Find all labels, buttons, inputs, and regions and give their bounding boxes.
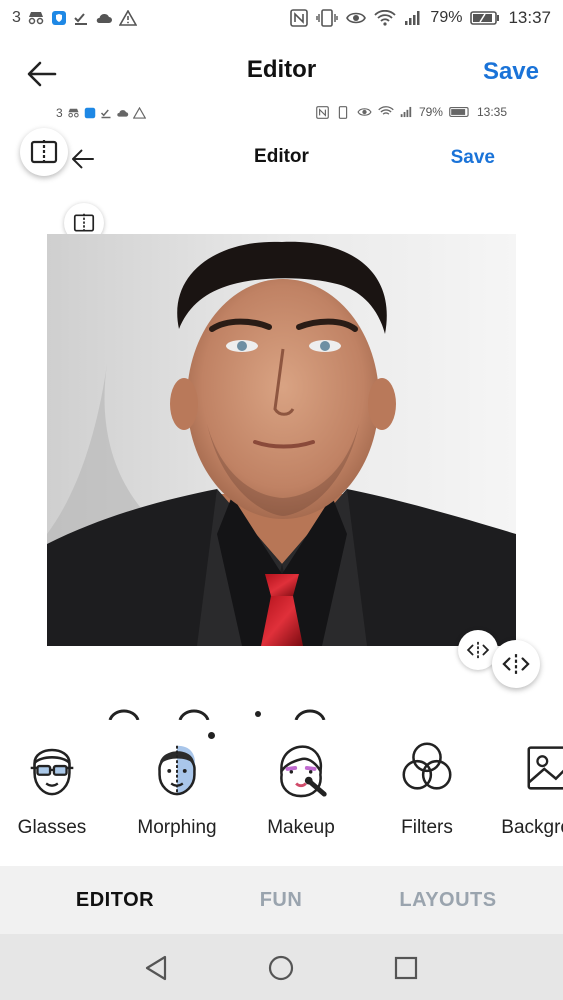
battery-icon: [449, 107, 469, 117]
inner-status-bar: 3 79% 13:35: [0, 104, 563, 124]
compare-handle-button[interactable]: [492, 640, 540, 688]
makeup-face-icon: [280, 745, 327, 798]
tool-makeup[interactable]: Makeup: [239, 728, 363, 858]
page-title: Editor: [246, 56, 317, 83]
tab-editor[interactable]: EDITOR: [30, 866, 200, 934]
tool-morphing[interactable]: Morphing: [115, 728, 239, 858]
tab-layouts[interactable]: LAYOUTS: [362, 866, 534, 934]
cropped-icons: [108, 709, 326, 720]
split-compare-icon: [73, 213, 95, 233]
inner-tools-remnant: [100, 706, 360, 720]
drag-handle-icon: [502, 654, 530, 674]
signal-icon: [405, 11, 420, 25]
tools-row: Glasses Morphing Makeup Filters Backgr: [0, 728, 563, 858]
circle-home-icon: [268, 955, 294, 981]
battery-percent: 79%: [430, 9, 463, 26]
inner-status-left: 3: [56, 106, 146, 120]
nav-home-button[interactable]: [261, 948, 301, 988]
inner-battery-percent: 79%: [418, 105, 443, 119]
portrait-photo: [47, 234, 516, 646]
inner-app-bar: Editor Save: [0, 138, 563, 178]
clock: 13:37: [508, 8, 551, 27]
cloud-icon: [117, 110, 128, 117]
filters-rings-icon: [402, 742, 452, 790]
warning-icon: [132, 107, 146, 119]
wifi-icon: [374, 10, 397, 26]
edited-photo[interactable]: [47, 234, 516, 646]
eye-icon: [346, 12, 367, 24]
compare-toggle-button[interactable]: [20, 128, 68, 176]
tool-label: Morphing: [137, 817, 217, 838]
wifi-icon: [378, 106, 394, 115]
tool-glasses[interactable]: Glasses: [0, 728, 114, 858]
background-image-icon: [527, 746, 563, 790]
incognito-icon: [68, 108, 79, 118]
inner-save-button[interactable]: Save: [451, 147, 495, 169]
drag-handle-icon: [466, 641, 490, 659]
battery-icon: [470, 11, 500, 25]
tool-filters[interactable]: Filters: [365, 728, 489, 858]
vibrate-icon: [338, 105, 348, 119]
glasses-face-icon: [30, 748, 74, 796]
eye-icon: [357, 108, 372, 116]
save-button[interactable]: Save: [483, 58, 539, 86]
status-right: 79% 13:37: [290, 8, 551, 28]
square-recents-icon: [394, 956, 418, 980]
system-nav-bar: [0, 934, 563, 1000]
nav-recents-button[interactable]: [386, 948, 426, 988]
split-compare-icon: [30, 140, 58, 164]
tool-label: Filters: [401, 817, 453, 838]
carrier-label: 3: [12, 9, 21, 26]
cloud-icon: [96, 13, 112, 23]
tab-fun[interactable]: FUN: [196, 866, 366, 934]
nfc-icon: [290, 9, 309, 27]
tool-background[interactable]: Background: [490, 728, 563, 858]
inner-clock: 13:35: [476, 105, 507, 119]
status-left: 3: [12, 9, 137, 27]
vibrate-icon: [316, 9, 339, 27]
morphing-face-icon: [158, 745, 196, 796]
inner-carrier-label: 3: [56, 106, 63, 120]
nfc-icon: [316, 105, 329, 119]
tool-label: Glasses: [17, 817, 87, 838]
app-bar: Editor Save: [0, 40, 563, 106]
nav-back-button[interactable]: [136, 948, 176, 988]
warning-icon: [118, 10, 137, 26]
incognito-icon: [28, 12, 44, 25]
check-download-icon: [100, 109, 111, 119]
status-bar: 3 79% 13:37: [0, 0, 563, 40]
signal-icon: [400, 106, 412, 118]
tool-label: Background: [501, 817, 563, 838]
tool-label: Makeup: [267, 817, 335, 838]
bottom-tabs: EDITOR FUN LAYOUTS: [0, 866, 563, 934]
inner-status-right: 79% 13:35: [316, 105, 507, 119]
check-download-icon: [74, 13, 87, 25]
shield-icon: [84, 107, 95, 119]
triangle-back-icon: [145, 955, 167, 981]
shield-icon: [51, 11, 66, 25]
